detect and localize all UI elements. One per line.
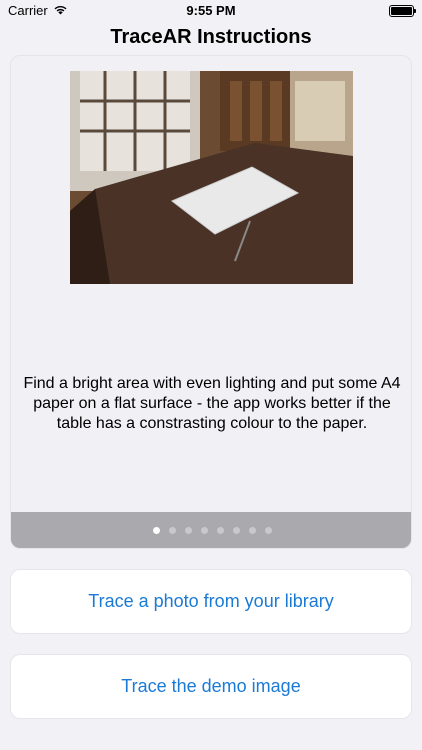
status-time: 9:55 PM	[186, 3, 236, 18]
battery-fill	[391, 7, 412, 15]
tutorial-caption: Find a bright area with even lighting an…	[23, 375, 401, 432]
page-dot[interactable]	[216, 526, 224, 534]
tutorial-card[interactable]: Find a bright area with even lighting an…	[10, 55, 412, 549]
tutorial-photo	[70, 71, 353, 284]
page-dot[interactable]	[264, 526, 272, 534]
page-dot[interactable]	[184, 526, 192, 534]
page-dot[interactable]	[200, 526, 208, 534]
status-bar: Carrier 9:55 PM	[0, 0, 422, 22]
page-control[interactable]	[11, 512, 411, 548]
page-dot[interactable]	[168, 526, 176, 534]
page-title: TraceAR Instructions	[110, 26, 312, 48]
trace-demo-button[interactable]: Trace the demo image	[10, 654, 412, 719]
page-dot[interactable]	[152, 526, 160, 534]
page-dot[interactable]	[248, 526, 256, 534]
battery-icon	[389, 5, 416, 17]
trace-library-button[interactable]: Trace a photo from your library	[10, 569, 412, 634]
page-dot[interactable]	[232, 526, 240, 534]
